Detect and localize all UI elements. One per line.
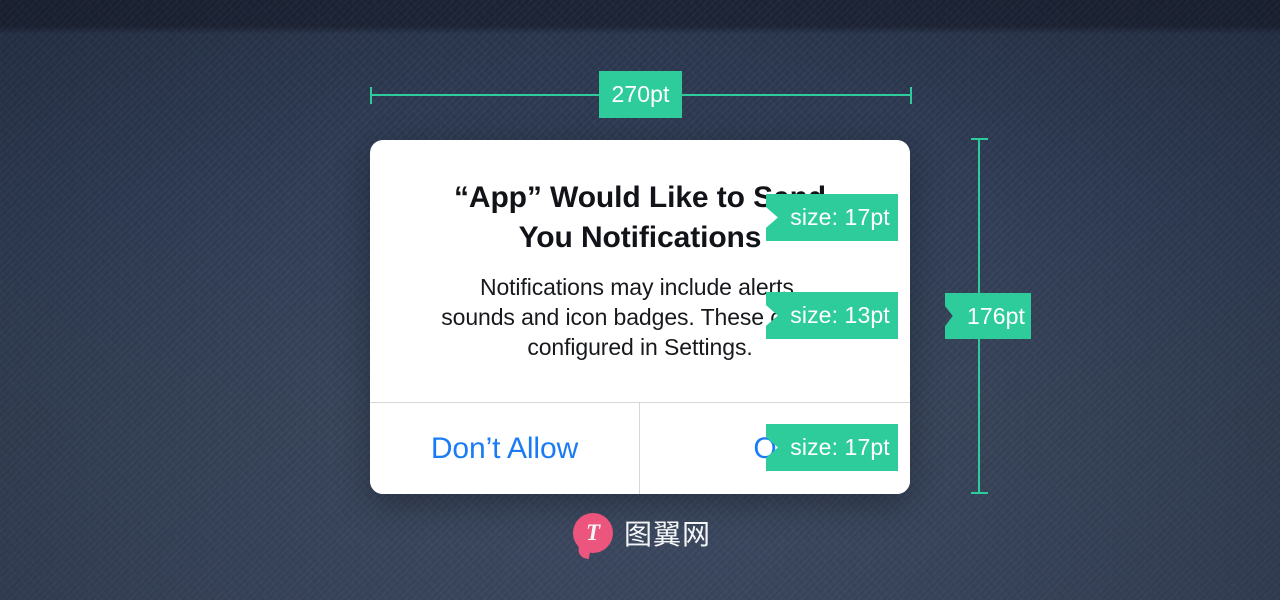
width-measurement-badge: 270pt bbox=[599, 71, 682, 118]
width-dimension-cap-left bbox=[370, 87, 372, 104]
dialog-message-line-3: configured in Settings. bbox=[527, 334, 753, 360]
canvas-background: 270pt 176pt “App” Would Like to Send You… bbox=[0, 0, 1280, 600]
watermark-logo-icon: T bbox=[573, 513, 613, 553]
height-dimension-cap-bottom bbox=[971, 492, 988, 494]
button-font-size-badge: size: 17pt bbox=[766, 424, 898, 471]
watermark: T 图翼网 bbox=[573, 513, 711, 553]
watermark-text: 图翼网 bbox=[624, 519, 712, 550]
dont-allow-button[interactable]: Don’t Allow bbox=[370, 403, 640, 494]
dialog-title-line-2: You Notifications bbox=[518, 221, 762, 254]
width-dimension-cap-right bbox=[910, 87, 912, 104]
title-font-size-badge: size: 17pt bbox=[766, 194, 898, 241]
dialog-content: “App” Would Like to Send You Notificatio… bbox=[370, 140, 910, 402]
message-font-size-badge: size: 13pt bbox=[766, 292, 898, 339]
dialog-message-line-1: Notifications may include alerts, bbox=[479, 274, 801, 300]
height-measurement-badge: 176pt bbox=[945, 293, 1031, 339]
height-dimension-cap-top bbox=[971, 138, 988, 140]
